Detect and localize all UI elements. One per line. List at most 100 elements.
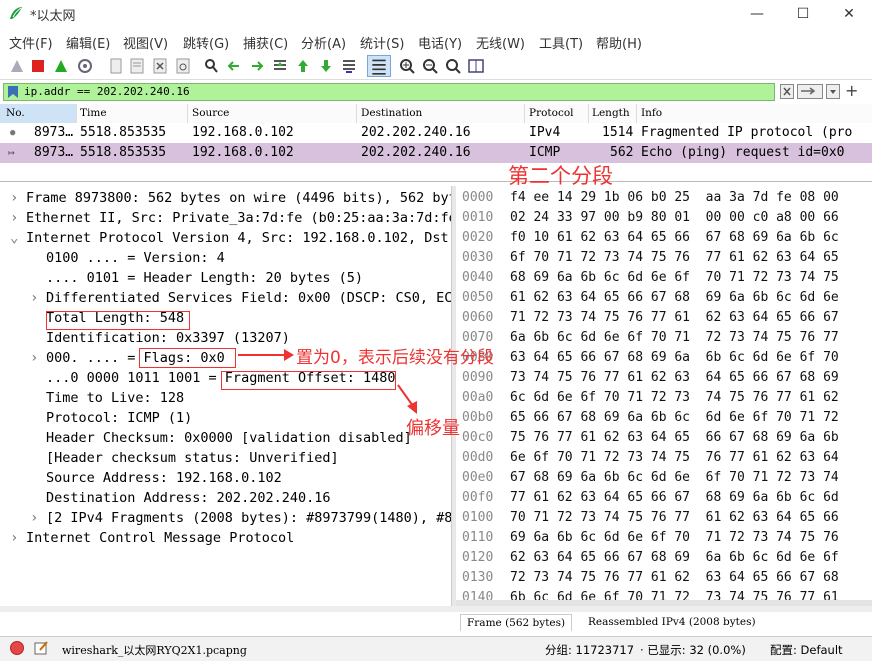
expand-chevron-icon[interactable]: › <box>10 188 18 208</box>
expand-chevron-icon[interactable]: › <box>10 208 18 228</box>
menu-file[interactable]: 文件(F) <box>9 33 53 52</box>
display-filter-input[interactable]: ip.addr == 202.202.240.16 <box>3 83 775 101</box>
col-time[interactable]: Time <box>80 107 107 119</box>
tab-reassembled[interactable]: Reassembled IPv4 (2008 bytes) <box>588 616 756 628</box>
packet-row-selected[interactable]: ↦ 8973… 5518.853535 192.168.0.102 202.20… <box>0 143 872 163</box>
offset-annotation: 偏移量 <box>406 418 460 439</box>
filter-text: ip.addr == 202.202.240.16 <box>24 85 190 98</box>
packet-bytes-pane: 0000 f4 ee 14 29 1b 06 b0 25 aa 3a 7d fe … <box>456 186 872 606</box>
capture-options-icon[interactable] <box>76 57 94 75</box>
comment-edit-icon[interactable] <box>33 640 49 656</box>
clear-filter-icon[interactable] <box>780 84 794 99</box>
menu-go[interactable]: 跳转(G) <box>183 33 229 52</box>
shark-fin-start-icon[interactable] <box>8 57 26 75</box>
normal-size-icon[interactable] <box>444 57 462 75</box>
packet-time: 5518.853535 <box>80 145 167 160</box>
expand-chevron-icon[interactable]: › <box>30 508 38 528</box>
menu-tools[interactable]: 工具(T) <box>539 33 583 52</box>
hex-offset: 0130 <box>462 570 494 585</box>
col-source[interactable]: Source <box>192 107 229 119</box>
menu-capture[interactable]: 捕获(C) <box>243 33 288 52</box>
hex-offset: 00e0 <box>462 470 494 485</box>
filter-history-dropdown-icon[interactable] <box>826 84 840 99</box>
open-file-icon[interactable] <box>107 57 125 75</box>
resize-columns-icon[interactable] <box>467 57 485 75</box>
col-info[interactable]: Info <box>641 107 662 119</box>
stop-capture-icon[interactable] <box>29 57 47 75</box>
add-filter-button[interactable]: + <box>845 81 858 100</box>
menu-help[interactable]: 帮助(H) <box>596 33 642 52</box>
last-packet-icon[interactable] <box>317 57 335 75</box>
tab-frame[interactable]: Frame (562 bytes) <box>460 614 573 631</box>
reload-file-icon[interactable] <box>174 57 192 75</box>
bytes-horizontal-scrollbar[interactable] <box>456 600 872 606</box>
pane-splitter[interactable] <box>452 186 456 606</box>
detail-text: Destination Address: 202.202.240.16 <box>46 490 331 506</box>
detail-text: Source Address: 192.168.0.102 <box>46 470 282 486</box>
zoom-in-icon[interactable] <box>398 57 416 75</box>
hex-offset: 0120 <box>462 550 494 565</box>
maximize-button[interactable]: ☐ <box>780 3 826 25</box>
hex-bytes: 02 24 33 97 00 b9 80 01 00 00 c0 a8 00 6… <box>510 210 839 225</box>
detail-text: Frame 8973800: 562 bytes on wire (4496 b… <box>26 190 452 206</box>
packet-source: 192.168.0.102 <box>192 145 294 160</box>
packet-list: No. Time Source Destination Protocol Len… <box>0 104 872 182</box>
hex-offset: 0110 <box>462 530 494 545</box>
go-forward-icon[interactable] <box>248 57 266 75</box>
find-packet-icon[interactable] <box>202 57 220 75</box>
packet-source: 192.168.0.102 <box>192 125 294 140</box>
packet-count: 分组: 11723717 <box>545 643 635 657</box>
minimize-button[interactable]: — <box>734 3 780 25</box>
detail-text: .... 0101 = Header Length: 20 bytes (5) <box>46 270 363 286</box>
bookmark-icon[interactable] <box>7 85 19 99</box>
packet-list-header: No. Time Source Destination Protocol Len… <box>0 104 872 124</box>
bytes-tabs: Frame (562 bytes) Reassembled IPv4 (2008… <box>456 612 872 634</box>
hex-bytes: f0 10 61 62 63 64 65 66 67 68 69 6a 6b 6… <box>510 230 839 245</box>
collapse-chevron-icon[interactable]: ⌄ <box>10 228 18 248</box>
packet-row[interactable]: ● 8973… 5518.853535 192.168.0.102 202.20… <box>0 123 872 143</box>
wireshark-logo-icon <box>10 7 22 19</box>
hex-bytes: 65 66 67 68 69 6a 6b 6c 6d 6e 6f 70 71 7… <box>510 410 839 425</box>
menu-edit[interactable]: 编辑(E) <box>66 33 110 52</box>
colorize-toggle-icon[interactable] <box>367 55 391 77</box>
hex-bytes: 6f 70 71 72 73 74 75 76 77 61 62 63 64 6… <box>510 250 839 265</box>
menu-statistics[interactable]: 统计(S) <box>360 33 404 52</box>
auto-scroll-icon[interactable] <box>340 57 358 75</box>
zoom-out-icon[interactable] <box>421 57 439 75</box>
detail-text: Header Checksum: 0x0000 [validation disa… <box>46 430 412 446</box>
detail-text: 0100 .... = Version: 4 <box>46 250 225 266</box>
hex-bytes: 6a 6b 6c 6d 6e 6f 70 71 72 73 74 75 76 7… <box>510 330 839 345</box>
capture-file-name: wireshark_以太网RYQ2X1.pcapng <box>62 644 247 657</box>
hex-offset: 0060 <box>462 310 494 325</box>
expand-chevron-icon[interactable]: › <box>30 288 38 308</box>
displayed-count: · 已显示: 32 (0.0%) <box>640 643 746 657</box>
first-packet-icon[interactable] <box>294 57 312 75</box>
hex-bytes: 61 62 63 64 65 66 67 68 69 6a 6b 6c 6d 6… <box>510 290 839 305</box>
hex-bytes: 63 64 65 66 67 68 69 6a 6b 6c 6d 6e 6f 7… <box>510 350 839 365</box>
save-file-icon[interactable] <box>128 57 146 75</box>
go-back-icon[interactable] <box>225 57 243 75</box>
expert-info-icon[interactable] <box>10 641 24 655</box>
menu-telephony[interactable]: 电话(Y) <box>418 33 462 52</box>
hex-offset: 0010 <box>462 210 494 225</box>
col-no[interactable]: No. <box>6 107 25 119</box>
col-destination[interactable]: Destination <box>361 107 422 119</box>
expand-chevron-icon[interactable]: › <box>30 348 38 368</box>
hex-offset: 00c0 <box>462 430 494 445</box>
close-file-icon[interactable] <box>151 57 169 75</box>
menu-wireless[interactable]: 无线(W) <box>476 33 525 52</box>
request-arrow-icon: ↦ <box>8 146 15 159</box>
profile-name[interactable]: 配置: Default <box>770 642 843 658</box>
col-length[interactable]: Length <box>592 107 630 119</box>
window-title: *以太网 <box>30 9 76 24</box>
go-to-packet-icon[interactable] <box>271 57 289 75</box>
apply-filter-icon[interactable] <box>797 84 823 99</box>
menu-view[interactable]: 视图(V) <box>123 33 168 52</box>
detail-text: ...0 0000 1011 1001 = Fragment Offset: 1… <box>46 370 396 386</box>
close-button[interactable]: ✕ <box>826 3 872 25</box>
expand-chevron-icon[interactable]: › <box>10 528 18 548</box>
col-protocol[interactable]: Protocol <box>529 107 574 119</box>
menu-analyze[interactable]: 分析(A) <box>301 33 346 52</box>
hex-bytes: 6e 6f 70 71 72 73 74 75 76 77 61 62 63 6… <box>510 450 839 465</box>
restart-capture-icon[interactable] <box>52 57 70 75</box>
